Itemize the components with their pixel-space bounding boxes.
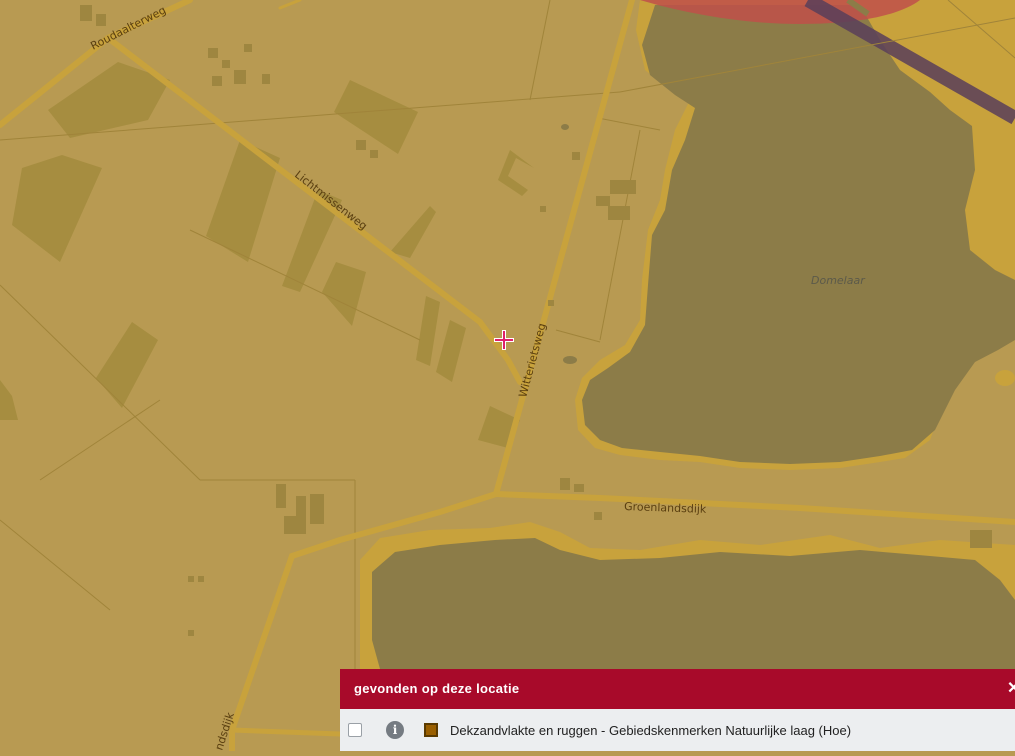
info-icon[interactable]: i xyxy=(386,721,404,739)
close-icon[interactable]: ✕ xyxy=(1007,669,1015,709)
result-row[interactable]: i Dekzandvlakte en ruggen - Gebiedskenme… xyxy=(340,709,1015,751)
panel-title: gevonden op deze locatie xyxy=(354,681,520,696)
place-label-domelaar: Domelaar xyxy=(811,274,866,287)
legend-swatch xyxy=(424,723,438,737)
panel-header: gevonden op deze locatie ✕ xyxy=(340,669,1015,709)
result-label: Dekzandvlakte en ruggen - Gebiedskenmerk… xyxy=(450,722,852,738)
results-panel: gevonden op deze locatie ✕ i Dekzandvlak… xyxy=(340,669,1015,751)
map-canvas[interactable]: Roudaalterweg Lichtmissenweg Witterietsw… xyxy=(0,0,1015,754)
layer-checkbox[interactable] xyxy=(348,723,362,737)
map-view[interactable]: Roudaalterweg Lichtmissenweg Witterietsw… xyxy=(0,0,1015,754)
